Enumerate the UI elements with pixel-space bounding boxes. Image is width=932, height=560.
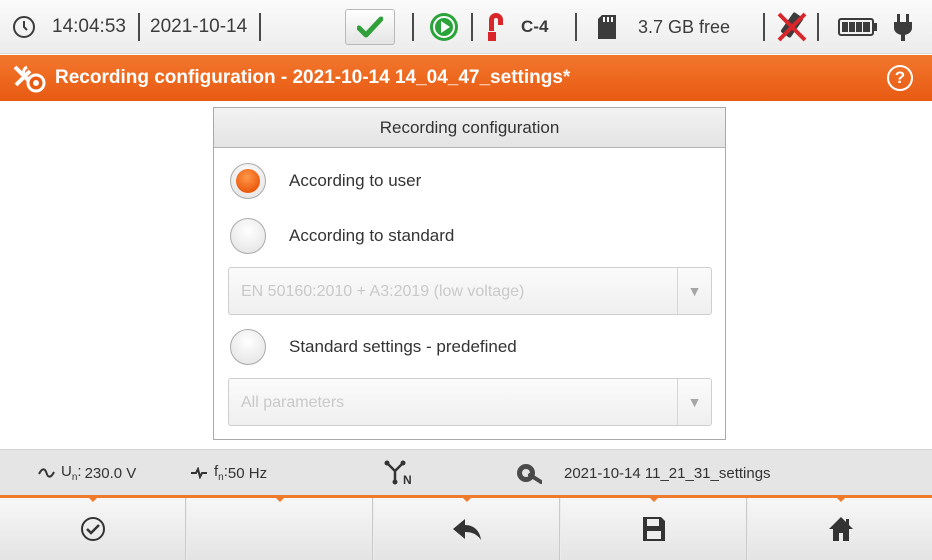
title-bar: Recording configuration - 2021-10-14 14_… <box>0 55 932 101</box>
select-value: All parameters <box>241 394 345 411</box>
chevron-down-icon[interactable]: ▼ <box>677 268 711 314</box>
select-value: EN 50160:2010 + A3:2019 (low voltage) <box>241 283 525 300</box>
radio-button[interactable] <box>230 329 266 365</box>
check-icon <box>357 16 383 38</box>
power-plug-icon <box>892 0 914 54</box>
network-3phase-n-icon: N <box>384 450 414 496</box>
clamp-icon <box>485 0 507 54</box>
page-title: Recording configuration - 2021-10-14 14_… <box>55 67 571 88</box>
frequency-value: 50 Hz <box>227 464 268 482</box>
voltage-value: 230.0 V <box>84 464 137 482</box>
settings-probe-icon <box>516 450 542 496</box>
option-according-to-standard[interactable]: According to standard <box>230 216 454 256</box>
play-icon[interactable] <box>428 0 460 54</box>
tab-notch <box>834 495 848 502</box>
home-button[interactable] <box>748 495 932 560</box>
frequency-wave-icon <box>191 467 207 479</box>
clock-time: 14:04:53 <box>52 16 126 37</box>
divider <box>575 13 577 41</box>
clamp-label: C-4 <box>521 17 549 36</box>
battery-icon <box>838 0 878 54</box>
standard-select[interactable]: EN 50160:2010 + A3:2019 (low voltage) ▼ <box>228 267 712 315</box>
info-bar: Un: 230.0 V fn: 50 Hz N 2021-10-14 11_21… <box>0 449 932 495</box>
divider <box>259 13 261 41</box>
tab-notch <box>272 495 287 502</box>
save-button[interactable] <box>561 495 747 560</box>
usb-disabled-icon <box>776 0 808 54</box>
tab-notch <box>646 495 661 502</box>
option-label: According to standard <box>289 226 455 245</box>
back-button[interactable] <box>374 495 560 560</box>
tab-notch <box>85 495 100 502</box>
chevron-down-icon[interactable]: ▼ <box>677 379 711 425</box>
settings-file-name: 2021-10-14 11_21_31_settings <box>564 464 771 482</box>
clock-icon <box>12 0 36 54</box>
radio-button[interactable] <box>230 163 266 199</box>
svg-text:N: N <box>403 473 412 486</box>
option-according-to-user[interactable]: According to user <box>230 161 421 201</box>
option-standard-predefined[interactable]: Standard settings - predefined <box>230 327 517 367</box>
floppy-disk-icon <box>642 517 665 541</box>
recording-config-dialog: Recording configuration According to use… <box>213 107 726 440</box>
divider <box>817 13 819 41</box>
option-label: Standard settings - predefined <box>289 337 517 356</box>
dialog-title: Recording configuration <box>214 108 725 148</box>
empty-button[interactable] <box>187 495 373 560</box>
divider <box>763 13 765 41</box>
settings-tools-icon <box>12 63 46 98</box>
sd-card-icon <box>597 0 617 54</box>
nominal-voltage: Un: 230.0 V <box>38 450 136 496</box>
ac-sine-icon <box>38 468 55 478</box>
home-icon <box>829 517 853 541</box>
status-bar: 14:04:53 2021-10-14 C-4 3.7 GB free <box>0 0 932 54</box>
function-button-bar <box>0 495 932 560</box>
divider <box>412 13 414 41</box>
option-label: According to user <box>289 171 422 190</box>
radio-button[interactable] <box>230 218 266 254</box>
divider <box>471 13 473 41</box>
confirm-button[interactable] <box>0 495 186 560</box>
check-circle-icon <box>80 517 105 541</box>
parameters-select[interactable]: All parameters ▼ <box>228 378 712 426</box>
help-icon[interactable]: ? <box>887 65 913 91</box>
nominal-frequency: fn: 50 Hz <box>190 450 267 496</box>
divider <box>138 13 140 41</box>
status-ok-button[interactable] <box>345 9 395 45</box>
tab-notch <box>459 495 474 502</box>
storage-free: 3.7 GB free <box>638 16 731 37</box>
clock-date: 2021-10-14 <box>150 16 248 37</box>
reply-arrow-icon <box>452 519 481 540</box>
